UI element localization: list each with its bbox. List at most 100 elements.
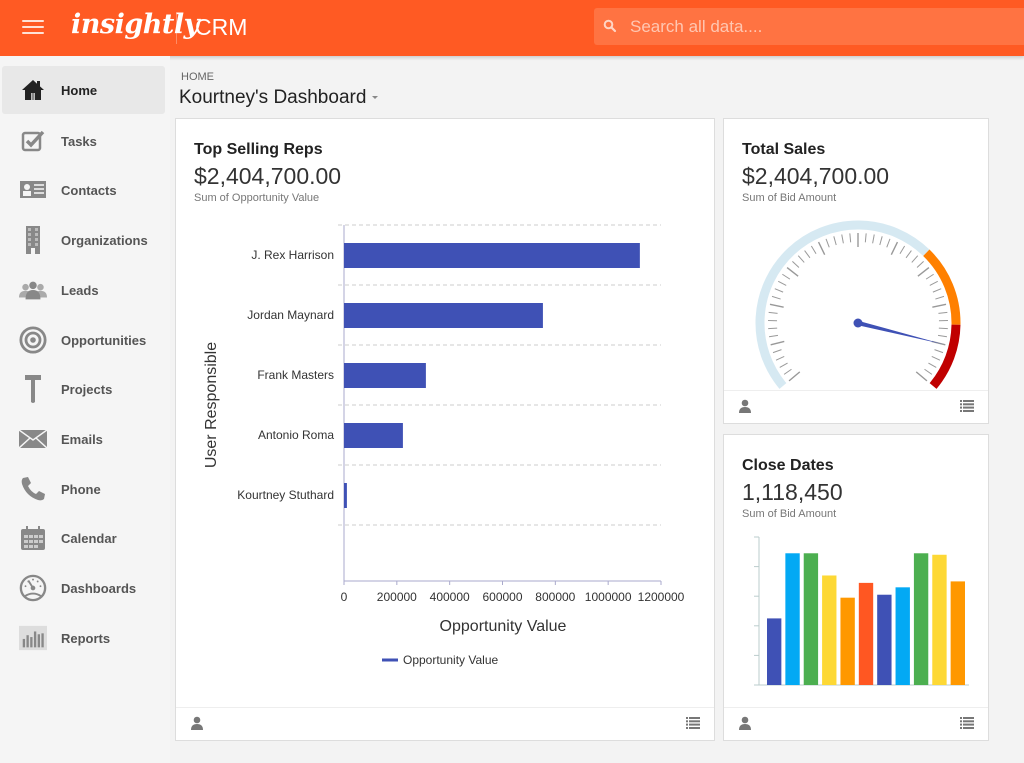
sidebar-item-leads[interactable]: Leads xyxy=(2,266,165,314)
sidebar-item-label: Opportunities xyxy=(61,332,147,348)
gauge-tick xyxy=(932,288,942,293)
bar xyxy=(858,582,874,685)
menu-icon[interactable] xyxy=(22,17,44,37)
gauge-tick xyxy=(938,311,948,314)
sidebar-item-label: Calendar xyxy=(61,530,117,546)
logo[interactable]: insightly xyxy=(71,9,199,40)
sidebar-item-emails[interactable]: Emails xyxy=(2,415,165,463)
gauge-band xyxy=(929,324,961,389)
sidebar-item-calendar[interactable]: Calendar xyxy=(2,514,165,562)
tick-label: 1200000 xyxy=(638,590,685,604)
card-subtitle: Sum of Opportunity Value xyxy=(194,192,320,204)
gauge-tick xyxy=(886,238,891,248)
sidebar-item-label: Tasks xyxy=(61,133,97,149)
dashboard-selector[interactable]: Kourtney's Dashboard xyxy=(179,87,379,109)
user-icon[interactable] xyxy=(738,399,752,413)
category-label: Antonio Roma xyxy=(258,428,334,442)
gauge-tick xyxy=(778,280,787,286)
bar xyxy=(877,594,892,685)
gauge-tick xyxy=(934,349,944,354)
card-value: $2,404,700.00 xyxy=(742,163,890,189)
top-bar: insightly CRM xyxy=(0,0,1024,56)
gauge-tick xyxy=(872,234,875,244)
gauge-tick xyxy=(783,368,792,375)
reports-icon xyxy=(19,624,47,652)
gauge-tick xyxy=(770,340,785,346)
card-subtitle: Sum of Bid Amount xyxy=(742,508,837,520)
card-footer xyxy=(724,707,988,740)
bar xyxy=(803,553,819,685)
gauge-tick xyxy=(833,236,837,246)
bar xyxy=(767,618,782,685)
gauge-tick xyxy=(768,327,778,330)
sidebar-item-contacts[interactable]: Contacts xyxy=(2,166,165,214)
list-icon[interactable] xyxy=(686,717,700,729)
legend-label[interactable]: Opportunity Value xyxy=(403,653,498,667)
gauge-tick xyxy=(937,334,948,338)
tasks-icon xyxy=(19,127,47,155)
gauge-tick xyxy=(929,280,938,286)
category-label: J. Rex Harrison xyxy=(251,248,334,262)
gauge-tick xyxy=(905,250,912,259)
list-icon[interactable] xyxy=(960,400,974,412)
bar xyxy=(895,587,910,685)
search-input[interactable] xyxy=(630,14,1010,39)
sidebar-item-phone[interactable]: Phone xyxy=(2,465,165,513)
home-icon xyxy=(19,76,47,104)
user-icon[interactable] xyxy=(190,716,204,730)
gauge-tick xyxy=(841,234,844,244)
sidebar-item-label: Leads xyxy=(61,282,99,298)
gauge-tick xyxy=(771,295,781,300)
projects-icon xyxy=(19,375,47,403)
total-sales-gauge xyxy=(755,220,961,389)
app-name: CRM xyxy=(195,14,248,40)
gauge-tick xyxy=(768,334,779,338)
top-reps-bar-chart: J. Rex Harrison Jordan Maynard Frank Maste… xyxy=(203,224,685,667)
list-icon[interactable] xyxy=(960,717,974,729)
card-footer xyxy=(176,707,714,740)
category-label: Kourtney Stuthard xyxy=(237,488,334,502)
sidebar-item-label: Dashboards xyxy=(61,580,137,596)
chevron-down-icon xyxy=(372,96,379,100)
gauge-tick xyxy=(924,368,933,375)
tick-label: 0 xyxy=(341,590,348,604)
sidebar-item-label: Home xyxy=(61,82,98,98)
sidebar-item-dashboards[interactable]: Dashboards xyxy=(2,564,165,612)
category-label: Frank Masters xyxy=(257,368,334,382)
gauge-tick xyxy=(817,241,826,255)
bar xyxy=(344,483,347,508)
contacts-icon xyxy=(19,176,47,204)
close-dates-card: Close Dates 1,118,450 Sum of Bid Amount xyxy=(723,434,989,741)
gauge-tick xyxy=(772,349,782,354)
close-dates-column-chart xyxy=(754,536,969,686)
search-box[interactable] xyxy=(594,8,1024,45)
total-sales-card: Total Sales $2,404,700.00 Sum of Bid Amo… xyxy=(723,118,989,424)
gauge-tick xyxy=(935,295,945,300)
gauge-tick xyxy=(915,371,928,382)
sidebar-item-label: Emails xyxy=(61,431,103,447)
breadcrumb[interactable]: HOME xyxy=(181,71,214,83)
divider xyxy=(176,12,177,44)
user-icon[interactable] xyxy=(738,716,752,730)
opportunities-icon xyxy=(19,326,47,354)
bar xyxy=(822,575,837,685)
sidebar-item-organizations[interactable]: Organizations xyxy=(2,216,165,264)
gauge-tick xyxy=(879,236,883,246)
sidebar-item-projects[interactable]: Projects xyxy=(2,365,165,413)
page-title: Kourtney's Dashboard xyxy=(179,87,367,108)
sidebar: Home Tasks Contacts Organizations Leads … xyxy=(0,56,170,763)
sidebar-item-home[interactable]: Home xyxy=(2,66,165,114)
gauge-tick xyxy=(788,371,801,382)
phone-icon xyxy=(19,475,47,503)
gauge-tick xyxy=(797,255,805,263)
gauge-tick xyxy=(932,303,947,308)
bar xyxy=(344,243,640,268)
sidebar-item-tasks[interactable]: Tasks xyxy=(2,117,165,165)
card-subtitle: Sum of Bid Amount xyxy=(742,192,837,204)
sidebar-item-label: Organizations xyxy=(61,232,148,248)
calendar-icon xyxy=(19,524,47,552)
bar xyxy=(344,423,403,448)
sidebar-item-reports[interactable]: Reports xyxy=(2,614,165,662)
sidebar-item-opportunities[interactable]: Opportunities xyxy=(2,316,165,364)
gauge-tick xyxy=(779,362,788,368)
